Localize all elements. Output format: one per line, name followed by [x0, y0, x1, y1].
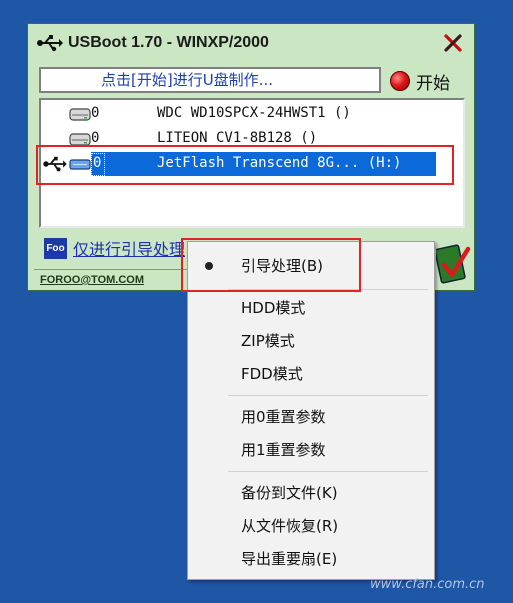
start-button[interactable]: 开始	[390, 68, 468, 94]
menu-item-label: FDD模式	[241, 365, 303, 383]
foroo-logo-icon: Foo	[44, 237, 67, 259]
device-number: 0	[91, 105, 100, 121]
menu-item-label: 用0重置参数	[241, 408, 326, 426]
window-title: USBoot 1.70 - WINXP/2000	[68, 34, 269, 51]
device-name: WDC WD10SPCX-24HWST1 ()	[157, 105, 351, 121]
menu-separator	[228, 471, 428, 472]
status-text: 点击[开始]进行U盘制作...	[39, 67, 381, 93]
menu-item-label: 用1重置参数	[241, 441, 326, 459]
menu-item-zip-mode[interactable]: ZIP模式	[188, 326, 434, 356]
context-menu: 引导处理(B) HDD模式 ZIP模式 FDD模式 用0重置参数 用1重置参数 …	[187, 241, 435, 580]
menu-item-label: 导出重要扇(E)	[241, 550, 338, 568]
start-icon	[390, 71, 410, 91]
menu-item-label: ZIP模式	[241, 332, 295, 350]
device-row[interactable]: 0 WDC WD10SPCX-24HWST1 ()	[41, 102, 463, 126]
boot-only-link-label: 仅进行引导处理	[73, 240, 186, 259]
hard-drive-icon	[69, 108, 91, 121]
menu-separator	[228, 289, 428, 290]
device-number: 0	[91, 130, 100, 146]
menu-item-export-sectors[interactable]: 导出重要扇(E)	[188, 544, 434, 574]
menu-item-boot-processing[interactable]: 引导处理(B)	[188, 251, 434, 281]
site-watermark: www.cfan.com.cn	[370, 577, 485, 592]
menu-item-label: HDD模式	[241, 299, 306, 317]
usb-icon	[43, 156, 67, 172]
close-icon[interactable]	[442, 32, 464, 54]
card-check-icon	[436, 244, 471, 284]
usb-drive-icon	[69, 159, 91, 170]
menu-item-reset-with-1[interactable]: 用1重置参数	[188, 435, 434, 465]
menu-item-hdd-mode[interactable]: HDD模式	[188, 293, 434, 323]
device-list[interactable]: 0 WDC WD10SPCX-24HWST1 () 0 LITEON CV1-8…	[39, 98, 465, 228]
radio-dot-icon	[205, 262, 213, 270]
device-name: LITEON CV1-8B128 ()	[157, 130, 318, 146]
menu-item-backup-to-file[interactable]: 备份到文件(K)	[188, 478, 434, 508]
menu-item-label: 从文件恢复(R)	[241, 517, 339, 535]
menu-item-label: 引导处理(B)	[241, 257, 323, 275]
menu-item-fdd-mode[interactable]: FDD模式	[188, 359, 434, 389]
device-row-selected[interactable]: 0 JetFlash Transcend 8G... (H:)	[41, 152, 463, 176]
title-bar[interactable]: USBoot 1.70 - WINXP/2000	[28, 24, 474, 62]
usb-icon	[37, 35, 63, 52]
menu-item-reset-with-0[interactable]: 用0重置参数	[188, 402, 434, 432]
device-name: JetFlash Transcend 8G... (H:)	[157, 155, 402, 171]
focus-rectangle	[91, 153, 105, 176]
device-row[interactable]: 0 LITEON CV1-8B128 ()	[41, 127, 463, 151]
menu-item-label: 备份到文件(K)	[241, 484, 338, 502]
menu-item-restore-from-file[interactable]: 从文件恢复(R)	[188, 511, 434, 541]
start-label: 开始	[416, 73, 450, 94]
boot-only-link[interactable]: Foo 仅进行引导处理	[44, 236, 185, 260]
menu-separator	[228, 395, 428, 396]
hard-drive-icon	[69, 133, 91, 146]
author-email[interactable]: FOROO@TOM.COM	[40, 274, 144, 286]
